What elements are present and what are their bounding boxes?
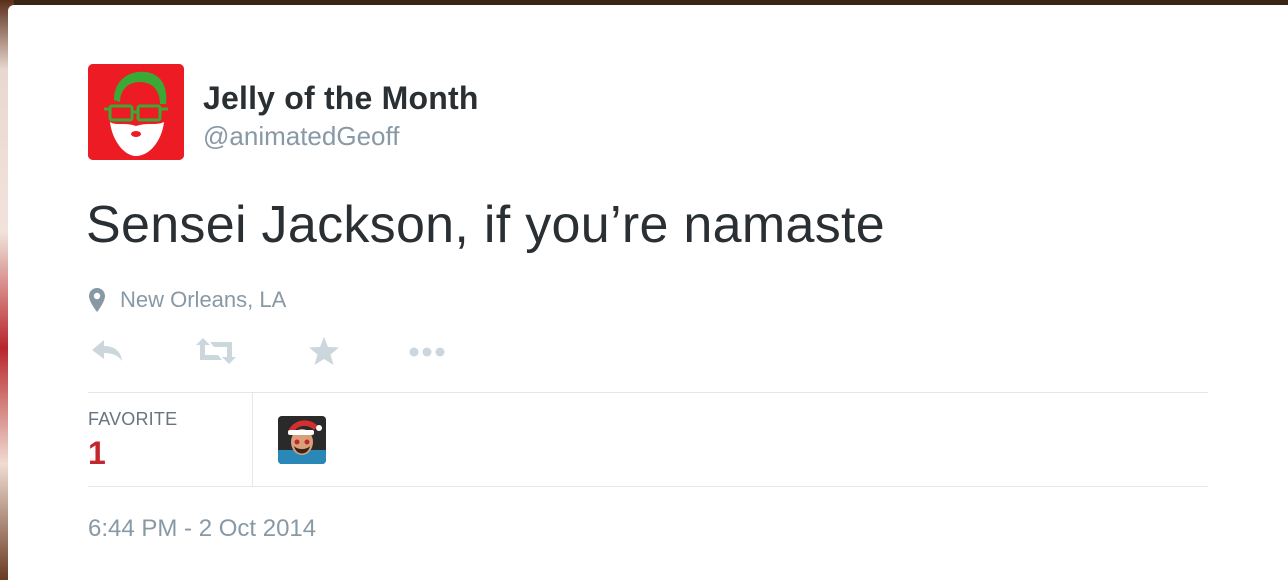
more-icon xyxy=(409,347,445,357)
santa-hat-avatar-icon xyxy=(278,416,326,464)
stats-separator xyxy=(252,393,253,487)
tweet-card: Jelly of the Month @animatedGeoff Sensei… xyxy=(8,5,1288,580)
favorites-label: FAVORITE xyxy=(88,409,178,429)
tweet-stats: FAVORITE 1 xyxy=(88,393,1208,487)
location-text: New Orleans, LA xyxy=(120,287,287,312)
favorite-button[interactable] xyxy=(308,335,340,367)
reply-icon xyxy=(92,340,122,361)
stats-bottom-divider xyxy=(88,486,1208,487)
user-handle[interactable]: @animatedGeoff xyxy=(203,121,399,152)
location-pin-icon xyxy=(89,288,105,312)
tweet-timestamp[interactable]: 6:44 PM - 2 Oct 2014 xyxy=(88,515,316,543)
tweet-location[interactable]: New Orleans, LA xyxy=(88,285,286,315)
reply-button[interactable] xyxy=(90,335,124,367)
user-avatar[interactable] xyxy=(88,64,184,160)
santa-glasses-avatar-icon xyxy=(88,64,184,160)
retweet-icon xyxy=(196,338,236,364)
user-display-name[interactable]: Jelly of the Month xyxy=(203,80,479,117)
more-button[interactable] xyxy=(408,335,448,367)
favoriter-avatar[interactable] xyxy=(278,416,326,464)
tweet-text: Sensei Jackson, if you’re namaste xyxy=(86,196,885,254)
favorites-count: 1 xyxy=(88,435,106,471)
favorite-icon xyxy=(309,337,339,365)
retweet-button[interactable] xyxy=(194,335,238,367)
